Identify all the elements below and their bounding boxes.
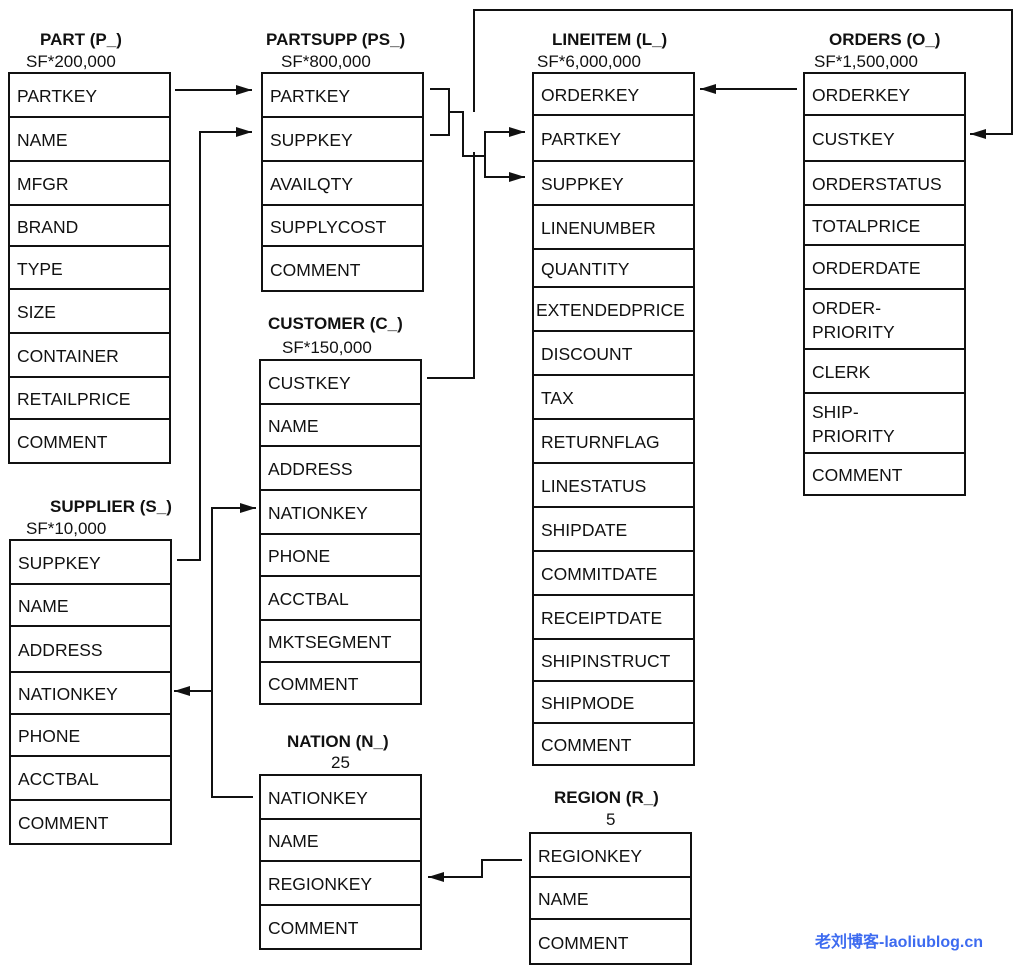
column-nationkey: NATIONKEY (261, 489, 420, 535)
link-supplier-partsupp (177, 127, 252, 561)
column-size: SIZE (10, 288, 169, 334)
column-shipdate: SHIPDATE (534, 506, 693, 552)
column-container: CONTAINER (10, 332, 169, 378)
column-phone: PHONE (261, 533, 420, 577)
column-totalprice: TOTALPRICE (805, 204, 964, 246)
column-tax: TAX (534, 374, 693, 420)
column-comment: COMMENT (531, 918, 690, 965)
table-title: NATION (N_) (287, 732, 389, 751)
column-linenumber: LINENUMBER (534, 204, 693, 250)
column-address: ADDRESS (261, 445, 420, 491)
column-retailprice: RETAILPRICE (10, 376, 169, 420)
column-returnflag: RETURNFLAG (534, 418, 693, 464)
column-regionkey: REGIONKEY (261, 860, 420, 906)
link-nation-customer (211, 503, 256, 798)
column-commitdate: COMMITDATE (534, 550, 693, 596)
table-title: SUPPLIER (S_) (50, 497, 172, 516)
column-regionkey: REGIONKEY (538, 846, 643, 866)
column-name: NAME (261, 818, 420, 862)
column-nationkey: NATIONKEY (268, 788, 368, 808)
column-comment: COMMENT (10, 418, 169, 464)
column-partkey: PARTKEY (270, 86, 351, 106)
table-cardinality: SF*150,000 (282, 338, 372, 357)
column-phone: PHONE (11, 713, 170, 757)
column-discount: DISCOUNT (534, 330, 693, 376)
column-name: NAME (261, 403, 420, 447)
table-columns: ORDERKEY PARTKEY SUPPKEY LINENUMBER QUANTITY… (532, 72, 695, 766)
column-comment: COMMENT (261, 904, 420, 950)
column-suppkey: SUPPKEY (263, 116, 422, 162)
table-columns: NATIONKEY NAME REGIONKEY COMMENT (259, 774, 422, 950)
column-type: TYPE (10, 245, 169, 290)
table-cardinality: SF*200,000 (26, 52, 116, 71)
column-comment: COMMENT (11, 799, 170, 845)
column-shipinstruct: SHIPINSTRUCT (534, 638, 693, 682)
column-address: ADDRESS (11, 625, 170, 673)
table-cardinality: 5 (606, 810, 616, 829)
column-shipmode: SHIPMODE (534, 680, 693, 724)
column-quantity: QUANTITY (534, 248, 693, 288)
table-columns: ORDERKEY CUSTKEY ORDERSTATUS TOTALPRICE ORDE… (803, 72, 966, 496)
table-title: CUSTOMER (C_) (268, 314, 403, 333)
column-nationkey: NATIONKEY (11, 671, 170, 715)
column-receiptdate: RECEIPTDATE (534, 594, 693, 640)
column-extendedprice: EXTENDEDPRICE (534, 286, 693, 332)
column-mktsegment: MKTSEGMENT (261, 619, 420, 663)
column-orderkey: ORDERKEY (812, 85, 911, 105)
column-orderdate: ORDERDATE (805, 244, 964, 290)
column-linestatus: LINESTATUS (534, 462, 693, 508)
table-title: PARTSUPP (PS_) (266, 30, 406, 49)
column-availqty: AVAILQTY (263, 160, 422, 206)
table-cardinality: SF*6,000,000 (537, 52, 641, 71)
column-custkey: CUSTKEY (268, 373, 351, 393)
column-acctbal: ACCTBAL (11, 755, 170, 801)
column-clerk: CLERK (805, 348, 964, 394)
table-columns: SUPPKEY NAME ADDRESS NATIONKEY PHONE ACCTBAL C… (9, 539, 172, 845)
column-suppkey: SUPPKEY (18, 553, 101, 573)
column-orderstatus: ORDERSTATUS (805, 160, 964, 206)
table-columns: PARTKEY NAME MFGR BRAND TYPE SIZE CONTAINER RET… (8, 72, 171, 464)
link-partsupp-merge (430, 88, 525, 178)
column-orderkey: ORDERKEY (541, 85, 640, 105)
watermark: 老刘博客-laoliublog.cn (815, 934, 983, 951)
column-comment: COMMENT (534, 722, 693, 766)
table-cardinality: SF*800,000 (281, 52, 371, 71)
table-columns: REGIONKEY NAME COMMENT (529, 832, 692, 965)
column-name: NAME (531, 876, 690, 920)
column-comment: COMMENT (805, 452, 964, 496)
column-shippriority: SHIP- PRIORITY (805, 392, 964, 454)
column-name: NAME (10, 116, 169, 162)
link-region-nation (428, 859, 522, 882)
column-mfgr: MFGR (10, 160, 169, 206)
column-orderpriority: ORDER- PRIORITY (805, 288, 964, 350)
column-acctbal: ACCTBAL (261, 575, 420, 621)
column-comment: COMMENT (261, 661, 420, 705)
column-supplycost: SUPPLYCOST (263, 204, 422, 247)
column-partkey: PARTKEY (17, 86, 98, 106)
column-suppkey: SUPPKEY (534, 160, 693, 206)
table-columns: CUSTKEY NAME ADDRESS NATIONKEY PHONE ACCTBAL M… (259, 359, 422, 705)
table-columns: PARTKEY SUPPKEY AVAILQTY SUPPLYCOST COMMENT (261, 72, 424, 292)
table-cardinality: SF*1,500,000 (814, 52, 918, 71)
column-brand: BRAND (10, 204, 169, 247)
table-cardinality: 25 (331, 753, 350, 772)
table-title: LINEITEM (L_) (552, 30, 668, 49)
table-title: REGION (R_) (554, 788, 659, 807)
column-custkey: CUSTKEY (805, 114, 964, 162)
table-title: PART (P_) (40, 30, 122, 49)
column-name: NAME (11, 583, 170, 627)
table-title: ORDERS (O_) (829, 30, 941, 49)
column-comment: COMMENT (263, 245, 422, 292)
column-partkey: PARTKEY (534, 114, 693, 162)
table-cardinality: SF*10,000 (26, 519, 107, 538)
